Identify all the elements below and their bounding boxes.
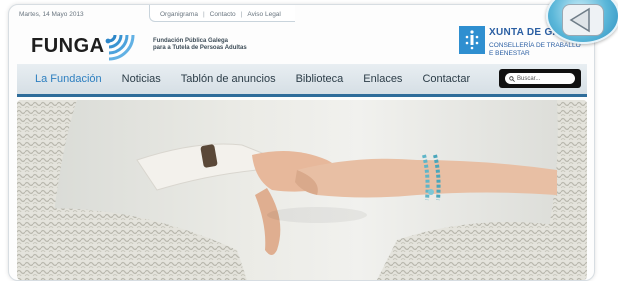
department-line: E BENESTAR [489,50,530,57]
hero-image [17,100,587,280]
link-contacto[interactable]: Contacto [210,11,236,21]
nav-item-enlaces[interactable]: Enlaces [363,73,402,85]
subtitle-line: para a Tutela de Persoas Adultas [153,45,247,51]
department-line: CONSELLERÍA DE TRABALLO [489,42,581,49]
subtitle-line: Fundación Pública Galega [153,38,229,44]
separator: | [202,11,205,18]
nav-item-tablon-de-anuncios[interactable]: Tablón de anuncios [181,73,276,85]
search-input[interactable]: Buscar... [505,73,575,84]
foundation-subtitle: Fundación Pública Galega para a Tutela d… [153,38,247,52]
link-aviso-legal[interactable]: Aviso Legal [247,11,281,21]
separator: | [240,11,243,18]
funga-logo[interactable]: FUNGA [31,35,105,58]
main-nav: La Fundación Noticias Tablón de anuncios… [17,64,587,97]
page-frame: Martes, 14 Mayo 2013 Organigrama | Conta… [8,4,595,281]
nav-item-noticias[interactable]: Noticias [122,73,161,85]
link-organigrama[interactable]: Organigrama [160,11,198,21]
nav-item-la-fundacion[interactable]: La Fundación [35,73,102,85]
plugin-badge-inner [562,4,604,36]
holding-hands-photo [17,100,587,280]
search-placeholder: Buscar... [517,75,541,82]
xunta-department: CONSELLERÍA DE TRABALLO E BENESTAR [489,42,581,58]
current-date: Martes, 14 Mayo 2013 [19,11,84,18]
top-links: Organigrama | Contacto | Aviso Legal [149,5,295,22]
funga-waves-icon [105,34,135,61]
search-icon [509,75,515,82]
nav-item-contactar[interactable]: Contactar [422,73,470,85]
nav-item-biblioteca[interactable]: Biblioteca [296,73,344,85]
search-box: Buscar... [499,69,581,88]
back-arrow-icon [569,7,590,33]
xunta-emblem-icon [459,26,485,54]
